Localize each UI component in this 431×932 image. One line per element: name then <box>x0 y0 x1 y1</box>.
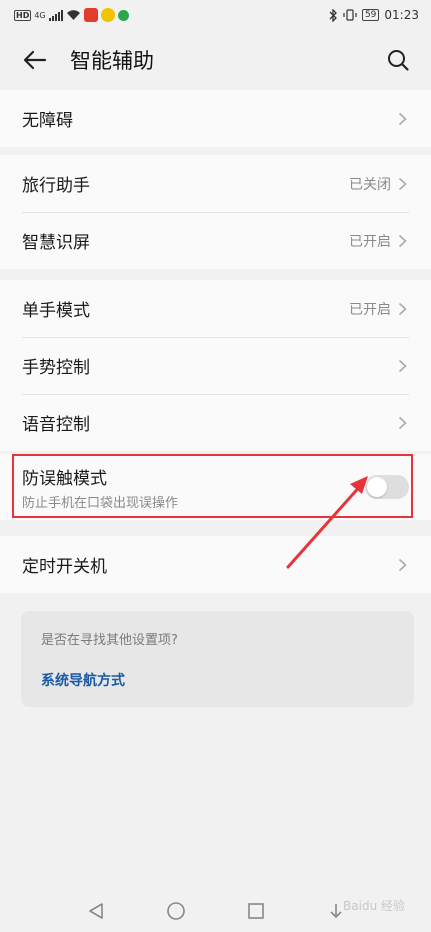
row-label: 定时开关机 <box>22 557 107 577</box>
emoji-app-icon <box>100 8 115 22</box>
switch-knob <box>367 477 387 497</box>
nav-recents-button[interactable] <box>244 899 268 923</box>
location-app-icon <box>117 9 129 21</box>
settings-group-pocket-mode: 防误触模式 防止手机在口袋出现误操作 <box>0 454 431 520</box>
pocket-mode-title: 防误触模式 <box>22 468 107 489</box>
row-label: 智慧识屏 <box>22 233 90 253</box>
vibrate-icon <box>343 9 357 21</box>
watermark: Baidu 经验 <box>343 899 405 913</box>
page-title: 智能辅助 <box>70 49 154 73</box>
chevron-right-icon <box>395 112 409 126</box>
row-status: 已关闭 <box>349 176 391 193</box>
square-recents-icon <box>247 903 264 919</box>
suggestion-question: 是否在寻找其他设置项? <box>41 633 178 648</box>
app-header: 智能辅助 <box>0 30 431 90</box>
row-label: 单手模式 <box>22 301 90 321</box>
hd-icon: HD <box>14 9 32 21</box>
chevron-right-icon <box>395 234 409 248</box>
system-navigation-link[interactable]: 系统导航方式 <box>41 670 125 690</box>
row-label: 手势控制 <box>22 358 90 378</box>
row-label: 旅行助手 <box>22 176 90 196</box>
voice-control-item[interactable]: 语音控制 <box>0 394 431 451</box>
circle-home-icon <box>166 902 185 920</box>
network-type: 4G <box>34 10 46 20</box>
pocket-mode-item[interactable]: 防误触模式 防止手机在口袋出现误操作 <box>0 454 431 520</box>
row-label: 无障碍 <box>22 111 73 131</box>
back-button[interactable] <box>20 45 50 75</box>
row-status: 已开启 <box>349 233 391 250</box>
shopping-app-icon <box>83 8 98 22</box>
settings-group-controls: 单手模式 已开启 手势控制 语音控制 <box>0 280 431 451</box>
search-icon <box>388 50 409 71</box>
gesture-control-item[interactable]: 手势控制 <box>0 337 431 394</box>
row-status: 已开启 <box>349 301 391 318</box>
pocket-mode-subtitle: 防止手机在口袋出现误操作 <box>22 495 179 511</box>
row-label: 语音控制 <box>22 415 90 435</box>
status-right: 59 01:23 <box>329 8 419 22</box>
nav-home-button[interactable] <box>164 899 188 923</box>
arrow-left-icon <box>23 50 47 70</box>
status-bar: HD 4G 59 01:23 <box>0 0 431 30</box>
chevron-right-icon <box>395 177 409 191</box>
bluetooth-icon <box>329 8 337 22</box>
battery-icon: 59 <box>361 9 380 21</box>
search-button[interactable] <box>383 45 413 75</box>
arrow-down-icon <box>329 904 342 919</box>
chevron-right-icon <box>395 359 409 373</box>
chevron-right-icon <box>395 558 409 572</box>
settings-group-accessibility: 无障碍 <box>0 90 431 147</box>
chevron-right-icon <box>395 416 409 430</box>
settings-group-assistants: 旅行助手 已关闭 智慧识屏 已开启 <box>0 155 431 269</box>
pocket-mode-text: 防误触模式 防止手机在口袋出现误操作 <box>22 464 365 511</box>
one-hand-mode-item[interactable]: 单手模式 已开启 <box>0 280 431 337</box>
settings-group-scheduled-power: 定时开关机 <box>0 536 431 593</box>
smart-screen-item[interactable]: 智慧识屏 已开启 <box>0 212 431 269</box>
clock: 01:23 <box>384 8 419 22</box>
wifi-icon <box>66 10 80 20</box>
nav-back-button[interactable] <box>84 899 108 923</box>
triangle-back-icon <box>88 903 103 919</box>
scheduled-power-item[interactable]: 定时开关机 <box>0 536 431 593</box>
suggestion-card: 是否在寻找其他设置项? 系统导航方式 <box>21 611 414 707</box>
pocket-mode-switch[interactable] <box>365 475 409 499</box>
chevron-right-icon <box>395 302 409 316</box>
signal-icon <box>48 9 63 21</box>
status-left: HD 4G <box>14 8 129 22</box>
accessibility-item[interactable]: 无障碍 <box>0 90 431 147</box>
travel-assistant-item[interactable]: 旅行助手 已关闭 <box>0 155 431 212</box>
